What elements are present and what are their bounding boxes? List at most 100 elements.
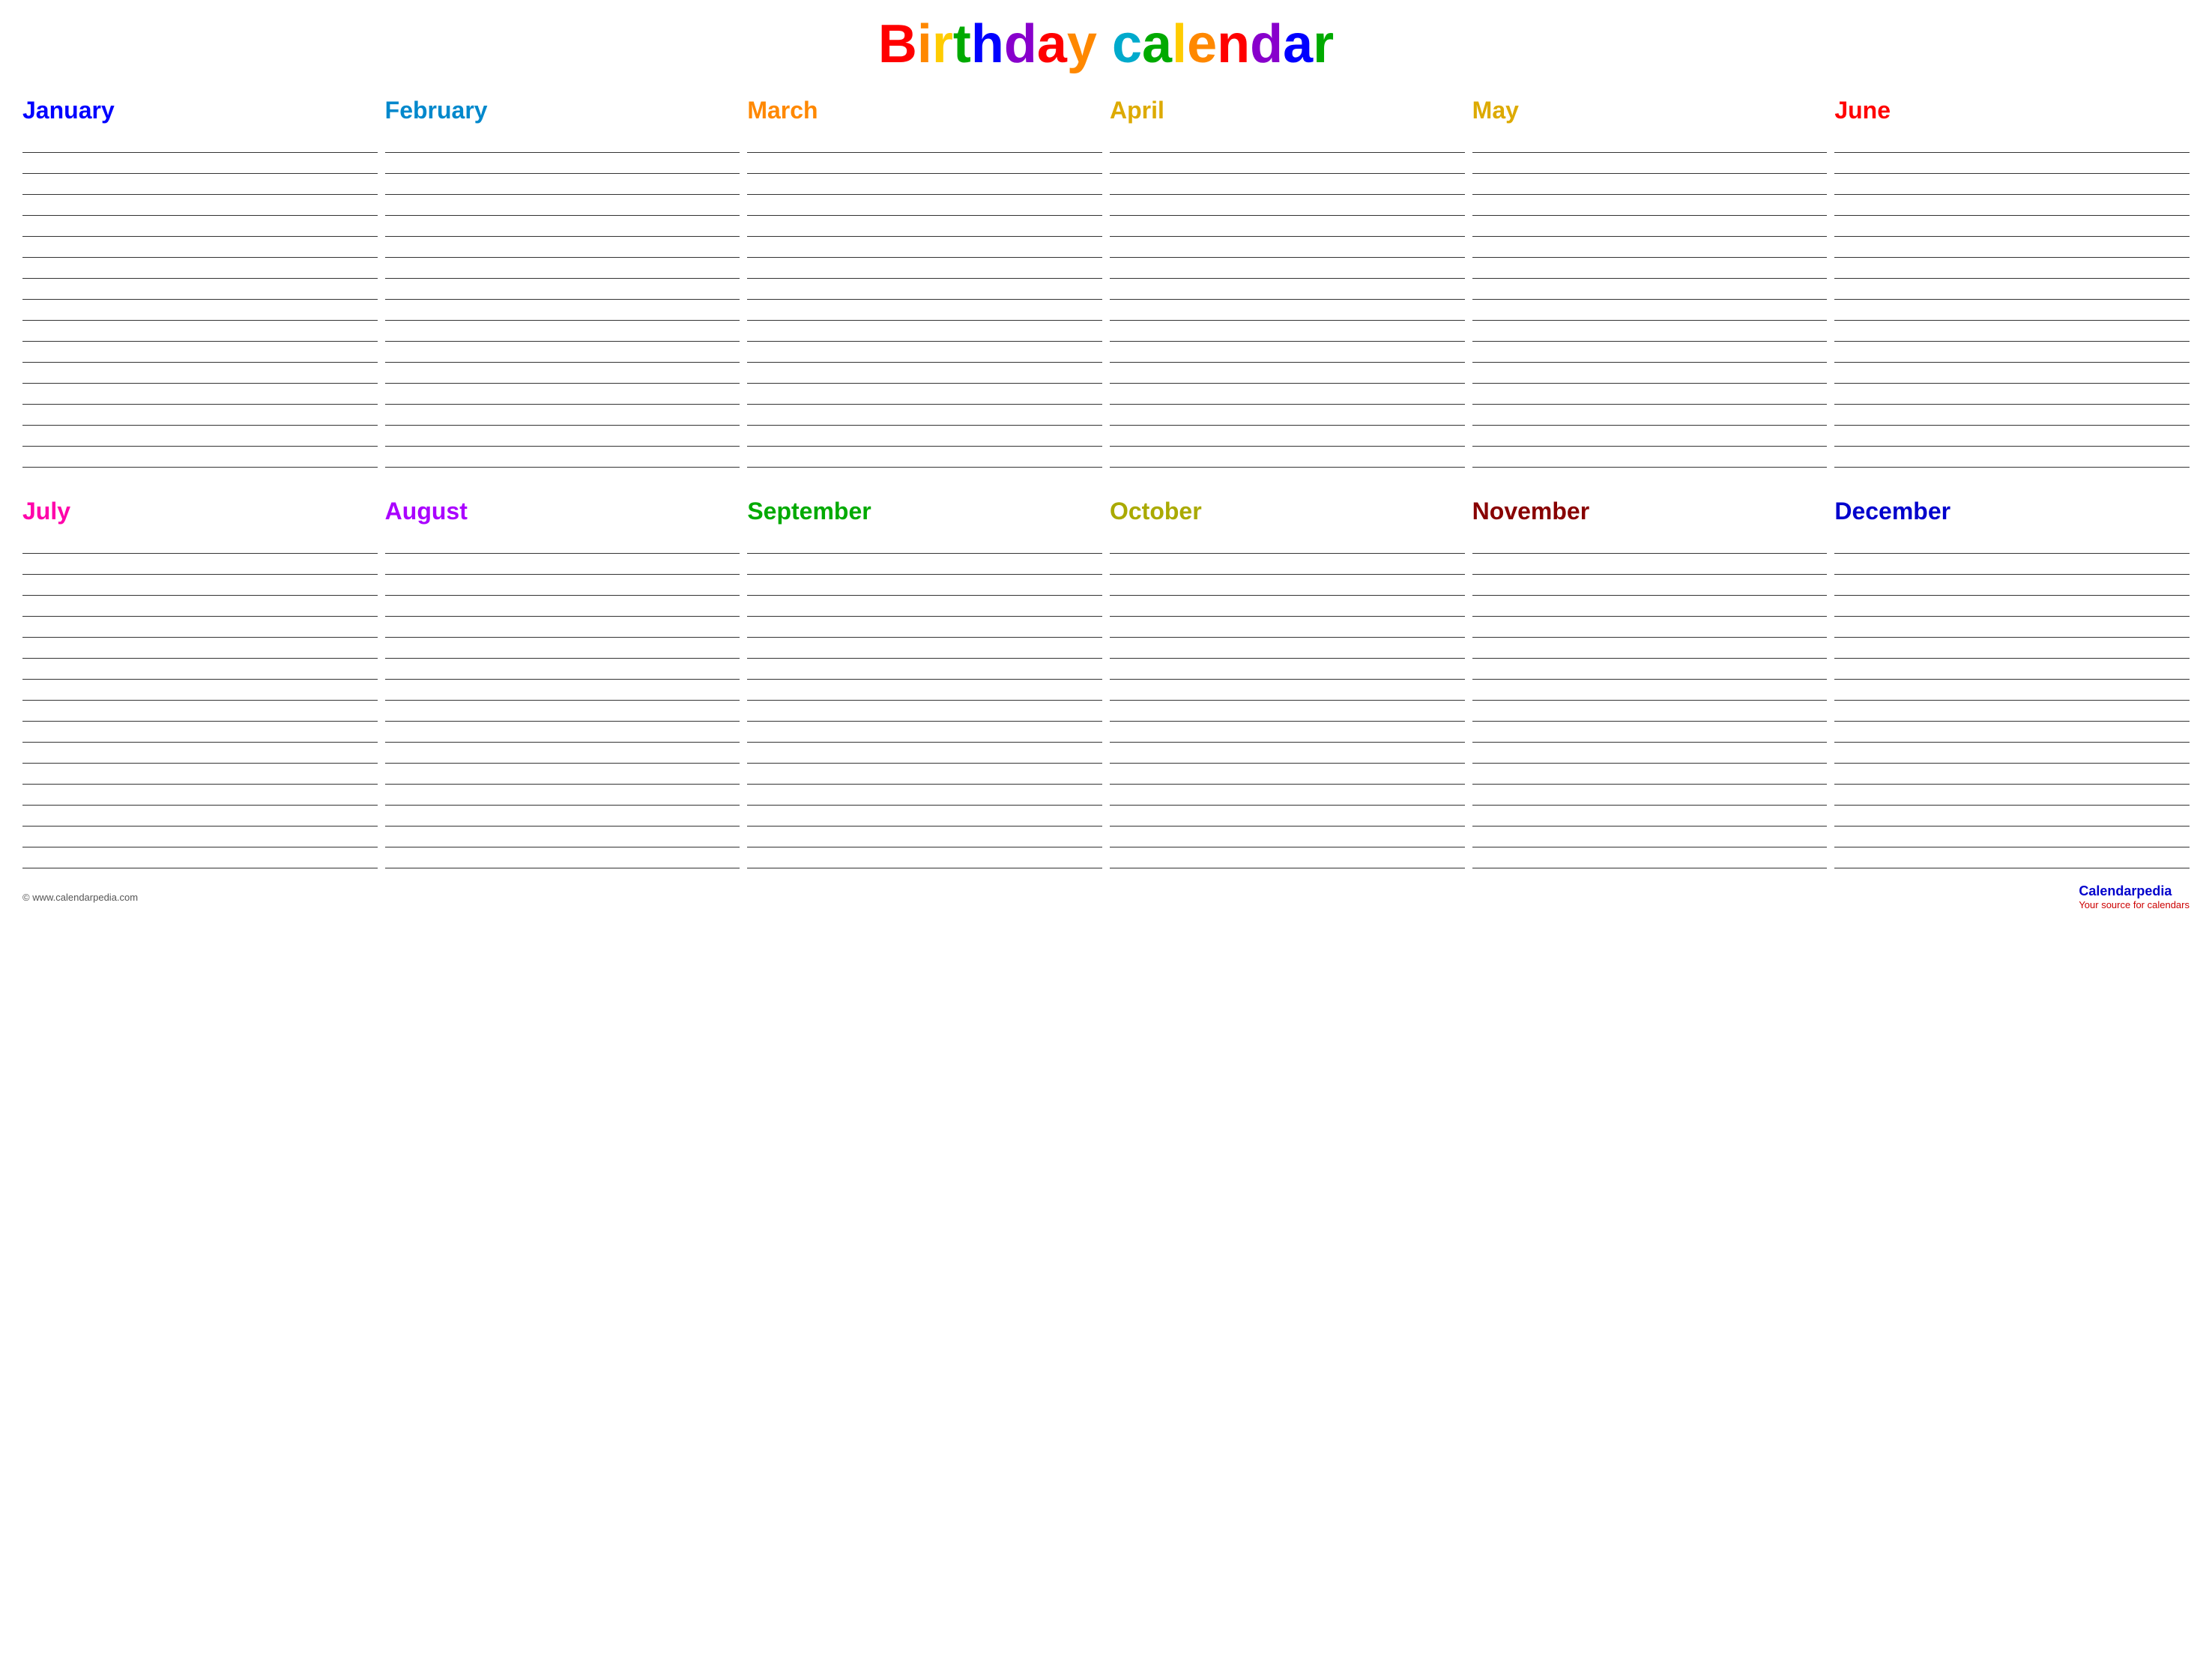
line[interactable] bbox=[385, 806, 740, 827]
line[interactable] bbox=[747, 132, 1102, 153]
line[interactable] bbox=[747, 785, 1102, 806]
line[interactable] bbox=[747, 216, 1102, 237]
line[interactable] bbox=[22, 426, 378, 447]
line[interactable] bbox=[1472, 533, 1828, 554]
line[interactable] bbox=[1834, 216, 2190, 237]
line[interactable] bbox=[747, 384, 1102, 405]
line[interactable] bbox=[22, 680, 378, 701]
line[interactable] bbox=[1110, 258, 1465, 279]
line[interactable] bbox=[1472, 447, 1828, 468]
line[interactable] bbox=[1834, 363, 2190, 384]
line[interactable] bbox=[1472, 701, 1828, 722]
line[interactable] bbox=[385, 258, 740, 279]
line[interactable] bbox=[1834, 279, 2190, 300]
line[interactable] bbox=[1472, 363, 1828, 384]
line[interactable] bbox=[1110, 827, 1465, 847]
line[interactable] bbox=[747, 701, 1102, 722]
line[interactable] bbox=[1472, 342, 1828, 363]
line[interactable] bbox=[747, 575, 1102, 596]
line[interactable] bbox=[385, 216, 740, 237]
line[interactable] bbox=[747, 237, 1102, 258]
line[interactable] bbox=[1110, 216, 1465, 237]
line[interactable] bbox=[385, 785, 740, 806]
line[interactable] bbox=[1472, 174, 1828, 195]
line[interactable] bbox=[385, 764, 740, 785]
line[interactable] bbox=[385, 300, 740, 321]
line[interactable] bbox=[22, 743, 378, 764]
line[interactable] bbox=[1110, 195, 1465, 216]
line[interactable] bbox=[385, 617, 740, 638]
line[interactable] bbox=[1834, 321, 2190, 342]
line[interactable] bbox=[22, 237, 378, 258]
line[interactable] bbox=[1110, 680, 1465, 701]
line[interactable] bbox=[1110, 659, 1465, 680]
line[interactable] bbox=[385, 701, 740, 722]
line[interactable] bbox=[747, 447, 1102, 468]
line[interactable] bbox=[1110, 617, 1465, 638]
line[interactable] bbox=[747, 279, 1102, 300]
line[interactable] bbox=[1834, 258, 2190, 279]
line[interactable] bbox=[1110, 426, 1465, 447]
line[interactable] bbox=[22, 533, 378, 554]
line[interactable] bbox=[747, 321, 1102, 342]
line[interactable] bbox=[385, 384, 740, 405]
line[interactable] bbox=[1472, 216, 1828, 237]
line[interactable] bbox=[1834, 722, 2190, 743]
line[interactable] bbox=[1472, 426, 1828, 447]
line[interactable] bbox=[22, 617, 378, 638]
line[interactable] bbox=[1834, 533, 2190, 554]
line[interactable] bbox=[1472, 638, 1828, 659]
line[interactable] bbox=[1834, 847, 2190, 868]
line[interactable] bbox=[22, 132, 378, 153]
line[interactable] bbox=[22, 827, 378, 847]
line[interactable] bbox=[1110, 722, 1465, 743]
line[interactable] bbox=[385, 847, 740, 868]
line[interactable] bbox=[385, 447, 740, 468]
line[interactable] bbox=[385, 132, 740, 153]
line[interactable] bbox=[385, 426, 740, 447]
line[interactable] bbox=[385, 321, 740, 342]
line[interactable] bbox=[1834, 132, 2190, 153]
line[interactable] bbox=[1834, 426, 2190, 447]
line[interactable] bbox=[22, 659, 378, 680]
line[interactable] bbox=[22, 638, 378, 659]
line[interactable] bbox=[1834, 237, 2190, 258]
line[interactable] bbox=[1834, 596, 2190, 617]
line[interactable] bbox=[22, 806, 378, 827]
line[interactable] bbox=[1110, 596, 1465, 617]
line[interactable] bbox=[1110, 321, 1465, 342]
line[interactable] bbox=[22, 701, 378, 722]
line[interactable] bbox=[22, 153, 378, 174]
line[interactable] bbox=[1834, 680, 2190, 701]
line[interactable] bbox=[747, 722, 1102, 743]
line[interactable] bbox=[385, 279, 740, 300]
line[interactable] bbox=[747, 258, 1102, 279]
line[interactable] bbox=[385, 680, 740, 701]
line[interactable] bbox=[747, 827, 1102, 847]
line[interactable] bbox=[747, 764, 1102, 785]
line[interactable] bbox=[1110, 575, 1465, 596]
line[interactable] bbox=[1834, 300, 2190, 321]
line[interactable] bbox=[385, 153, 740, 174]
line[interactable] bbox=[1834, 785, 2190, 806]
line[interactable] bbox=[1110, 384, 1465, 405]
line[interactable] bbox=[1472, 384, 1828, 405]
line[interactable] bbox=[747, 533, 1102, 554]
line[interactable] bbox=[1472, 195, 1828, 216]
line[interactable] bbox=[22, 279, 378, 300]
line[interactable] bbox=[747, 426, 1102, 447]
line[interactable] bbox=[385, 827, 740, 847]
line[interactable] bbox=[22, 764, 378, 785]
line[interactable] bbox=[1472, 279, 1828, 300]
line[interactable] bbox=[1110, 363, 1465, 384]
line[interactable] bbox=[22, 174, 378, 195]
line[interactable] bbox=[747, 300, 1102, 321]
line[interactable] bbox=[747, 680, 1102, 701]
line[interactable] bbox=[1834, 764, 2190, 785]
line[interactable] bbox=[385, 596, 740, 617]
line[interactable] bbox=[747, 617, 1102, 638]
line[interactable] bbox=[747, 342, 1102, 363]
line[interactable] bbox=[385, 533, 740, 554]
line[interactable] bbox=[1110, 237, 1465, 258]
line[interactable] bbox=[1110, 533, 1465, 554]
